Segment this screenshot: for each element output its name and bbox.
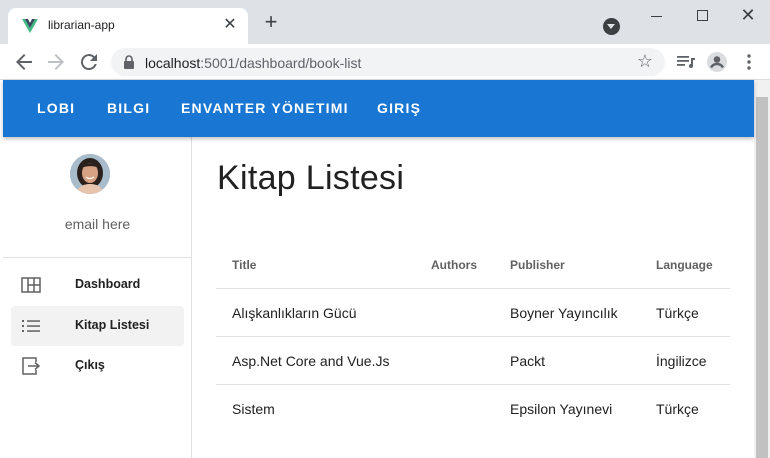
sidebar-item-label: Dashboard <box>75 277 141 291</box>
browser-toolbar: localhost:5001/dashboard/book-list ☆ <box>0 44 770 80</box>
back-icon[interactable] <box>12 50 36 74</box>
minimize-button[interactable] <box>651 16 662 17</box>
table-row[interactable]: Alışkanlıkların Gücü Boyner Yayıncılık T… <box>216 289 730 337</box>
cell-title: Asp.Net Core and Vue.Js <box>232 353 390 369</box>
page-scrollbar[interactable] <box>754 80 770 458</box>
dashboard-icon <box>21 277 41 293</box>
sidebar-item-kitap-listesi[interactable]: Kitap Listesi <box>11 306 184 346</box>
vue-logo-icon <box>22 19 38 33</box>
browser-tab-strip: librarian-app ✕ + ✕ <box>0 0 770 44</box>
cell-title: Alışkanlıkların Gücü <box>232 305 357 321</box>
scrollbar-thumb[interactable] <box>756 97 768 458</box>
nav-link-bilgi[interactable]: BILGI <box>107 100 150 116</box>
list-icon <box>22 320 40 332</box>
column-header-publisher[interactable]: Publisher <box>510 258 565 272</box>
nav-link-lobi[interactable]: LOBI <box>37 100 75 116</box>
table-header: Title Authors Publisher Language <box>216 243 730 289</box>
tab-close-icon[interactable]: ✕ <box>220 15 240 35</box>
address-bar[interactable]: localhost:5001/dashboard/book-list ☆ <box>111 48 665 76</box>
menu-dots-icon[interactable] <box>737 50 761 74</box>
cell-publisher: Packt <box>510 353 546 369</box>
media-queue-icon[interactable] <box>674 50 698 74</box>
tab-search-icon[interactable] <box>603 18 620 35</box>
table-row[interactable]: Asp.Net Core and Vue.Js Packt İngilizce <box>216 337 730 385</box>
user-email: email here <box>64 216 131 232</box>
app-bar: LOBI BILGI ENVANTER YÖNETIMI GIRIŞ <box>3 80 754 137</box>
sidebar-item-label: Kitap Listesi <box>75 318 150 332</box>
bookmark-star-icon[interactable]: ☆ <box>637 51 653 72</box>
url-text: localhost:5001/dashboard/book-list <box>145 55 362 71</box>
browser-tab[interactable]: librarian-app ✕ <box>8 8 248 44</box>
sidebar-item-dashboard[interactable]: Dashboard <box>11 265 184 305</box>
nav-link-envanter-yonetimi[interactable]: ENVANTER YÖNETIMI <box>181 100 349 116</box>
main-content: Kitap Listesi Title Authors Publisher La… <box>192 137 754 458</box>
reload-icon[interactable] <box>77 50 101 74</box>
table-row[interactable]: Sistem Epsilon Yayınevi Türkçe <box>216 385 730 433</box>
cell-language: Türkçe <box>656 401 699 417</box>
forward-icon[interactable] <box>44 50 68 74</box>
sidebar-item-label: Çıkış <box>75 358 105 372</box>
cell-language: Türkçe <box>656 305 699 321</box>
avatar <box>70 154 110 194</box>
maximize-button[interactable] <box>697 10 708 21</box>
sidebar: email here Dashboard Kitap Listesi Çıkış <box>3 137 192 458</box>
cell-publisher: Epsilon Yayınevi <box>510 401 613 417</box>
exit-icon <box>22 357 41 375</box>
column-header-authors[interactable]: Authors <box>431 258 477 272</box>
nav-link-giris[interactable]: GIRIŞ <box>377 100 421 116</box>
window-close-button[interactable]: ✕ <box>737 4 759 26</box>
sidebar-item-cikis[interactable]: Çıkış <box>11 346 184 386</box>
tab-title: librarian-app <box>48 18 115 32</box>
book-table: Title Authors Publisher Language Alışkan… <box>216 243 730 433</box>
new-tab-button[interactable]: + <box>261 11 281 33</box>
sidebar-divider <box>3 257 192 258</box>
cell-title: Sistem <box>232 401 275 417</box>
column-header-title[interactable]: Title <box>232 258 256 272</box>
cell-language: İngilizce <box>656 353 707 369</box>
column-header-language[interactable]: Language <box>656 258 713 272</box>
app-viewport: LOBI BILGI ENVANTER YÖNETIMI GIRIŞ email… <box>0 80 770 458</box>
page-title: Kitap Listesi <box>217 159 405 197</box>
cell-publisher: Boyner Yayıncılık <box>510 305 618 321</box>
profile-icon[interactable] <box>705 50 729 74</box>
lock-icon <box>124 55 134 69</box>
